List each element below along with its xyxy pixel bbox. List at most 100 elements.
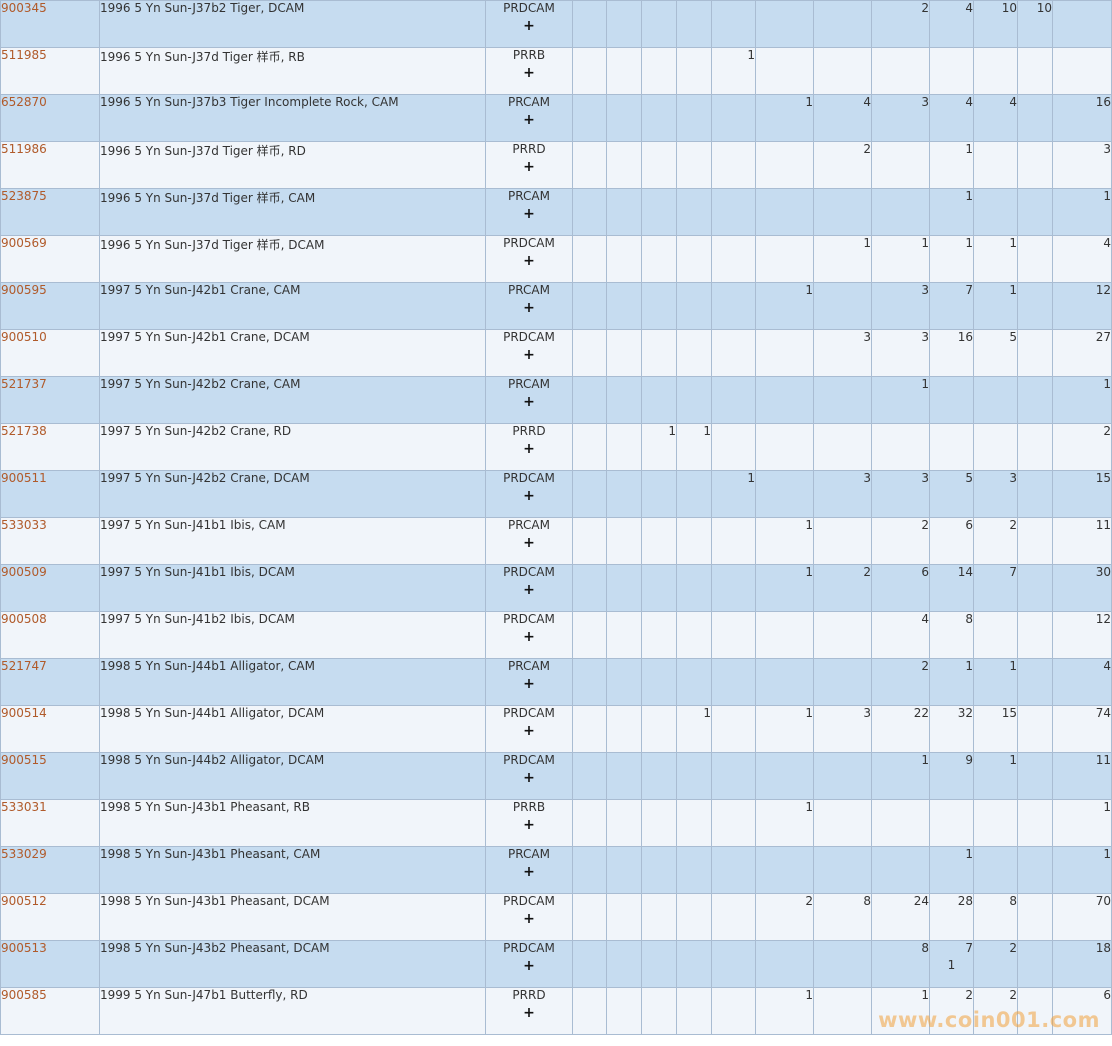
cert-number-link[interactable]: 900514 [1, 706, 47, 720]
count-value: 1 [921, 753, 929, 767]
designation-cell: PRDCAM + [485, 564, 573, 612]
designation-cell: PRDCAM + [485, 893, 573, 941]
expand-plus-icon[interactable]: + [486, 489, 572, 503]
count-value: 1 [863, 236, 871, 250]
grade-count [641, 893, 677, 941]
count-value: 2 [1009, 941, 1017, 955]
population-table: 900345 1996 5 Yn Sun-J37b2 Tiger, DCAM PRD… [0, 0, 1112, 1035]
expand-plus-icon[interactable]: + [486, 818, 572, 832]
grade-count [711, 705, 756, 753]
expand-plus-icon[interactable]: + [486, 677, 572, 691]
count-value: 3 [921, 330, 929, 344]
designation-cell: PRDCAM + [485, 752, 573, 800]
cert-number-link[interactable]: 900585 [1, 988, 47, 1002]
cert-number-link[interactable]: 533031 [1, 800, 47, 814]
count-value: 30 [1095, 565, 1111, 579]
count-value: 2 [921, 659, 929, 673]
expand-plus-icon[interactable]: + [486, 1006, 572, 1020]
grade-count [676, 282, 712, 330]
cert-number-link[interactable]: 900512 [1, 894, 47, 908]
expand-plus-icon[interactable]: + [486, 66, 572, 80]
grade-count [1017, 329, 1053, 377]
grade-count [1017, 658, 1053, 706]
expand-plus-icon[interactable]: + [486, 442, 572, 456]
coin-description: 1996 5 Yn Sun-J37d Tiger 样币, RB [99, 47, 486, 95]
grade-count [1017, 846, 1053, 894]
cert-number-link[interactable]: 900569 [1, 236, 47, 250]
expand-plus-icon[interactable]: + [486, 771, 572, 785]
count-value: 7 [1009, 565, 1017, 579]
count-value: 4 [1103, 236, 1111, 250]
grade-count: 4 [973, 94, 1018, 142]
expand-plus-icon[interactable]: + [486, 19, 572, 33]
cert-number-link[interactable]: 533029 [1, 847, 47, 861]
grade-count [572, 517, 607, 565]
expand-plus-icon[interactable]: + [486, 348, 572, 362]
grade-count [572, 235, 607, 283]
designation-label: PRDCAM [503, 894, 555, 908]
table-row: 900508 1997 5 Yn Sun-J41b2 Ibis, DCAM PRDC… [0, 611, 1112, 659]
designation-label: PRDCAM [503, 471, 555, 485]
cert-number-link[interactable]: 521738 [1, 424, 47, 438]
cert-number-link[interactable]: 900515 [1, 753, 47, 767]
expand-plus-icon[interactable]: + [486, 583, 572, 597]
cert-number-link[interactable]: 511986 [1, 142, 47, 156]
grade-count [711, 517, 756, 565]
count-value: 1 [1009, 659, 1017, 673]
coin-description: 1997 5 Yn Sun-J41b1 Ibis, DCAM [99, 564, 486, 612]
expand-plus-icon[interactable]: + [486, 301, 572, 315]
total-count: 74 [1052, 705, 1112, 753]
cert-number-link[interactable]: 900345 [1, 1, 47, 15]
cert-cell: 900512 [0, 893, 100, 941]
expand-plus-icon[interactable]: + [486, 395, 572, 409]
count-value: 2 [1103, 424, 1111, 438]
grade-count [641, 141, 677, 189]
grade-count [606, 611, 642, 659]
count-value: 1 [805, 518, 813, 532]
cert-number-link[interactable]: 900511 [1, 471, 47, 485]
expand-plus-icon[interactable]: + [486, 536, 572, 550]
grade-count [606, 188, 642, 236]
cert-number-link[interactable]: 523875 [1, 189, 47, 203]
grade-count [1017, 235, 1053, 283]
cert-number-link[interactable]: 511985 [1, 48, 47, 62]
count-value: 3 [863, 330, 871, 344]
expand-plus-icon[interactable]: + [486, 113, 572, 127]
grade-count [676, 893, 712, 941]
grade-count [572, 799, 607, 847]
cert-number-link[interactable]: 900508 [1, 612, 47, 626]
cert-number-link[interactable]: 900510 [1, 330, 47, 344]
grade-count [606, 705, 642, 753]
grade-count: 1 [929, 188, 974, 236]
designation-cell: PRRD + [485, 141, 573, 189]
count-value: 1 [747, 48, 755, 62]
count-value: 1 [921, 377, 929, 391]
table-row: 900514 1998 5 Yn Sun-J44b1 Alligator, DCA… [0, 705, 1112, 753]
expand-plus-icon[interactable]: + [486, 865, 572, 879]
expand-plus-icon[interactable]: + [486, 254, 572, 268]
cert-number-link[interactable]: 900513 [1, 941, 47, 955]
cert-number-link[interactable]: 521747 [1, 659, 47, 673]
designation-label: PRCAM [508, 377, 550, 391]
grade-count: 2 [871, 658, 930, 706]
cert-number-link[interactable]: 521737 [1, 377, 47, 391]
grade-count [871, 141, 930, 189]
expand-plus-icon[interactable]: + [486, 912, 572, 926]
expand-plus-icon[interactable]: + [486, 160, 572, 174]
cert-number-link[interactable]: 533033 [1, 518, 47, 532]
cert-number-link[interactable]: 900509 [1, 565, 47, 579]
table-row: 900512 1998 5 Yn Sun-J43b1 Pheasant, DCAM… [0, 893, 1112, 941]
designation-cell: PRCAM + [485, 658, 573, 706]
expand-plus-icon[interactable]: + [486, 207, 572, 221]
cert-number-link[interactable]: 652870 [1, 95, 47, 109]
expand-plus-icon[interactable]: + [486, 630, 572, 644]
expand-plus-icon[interactable]: + [486, 959, 572, 973]
expand-plus-icon[interactable]: + [486, 724, 572, 738]
cert-number-link[interactable]: 900595 [1, 283, 47, 297]
grade-count [711, 611, 756, 659]
count-value: 5 [965, 471, 973, 485]
total-count: 70 [1052, 893, 1112, 941]
grade-count [1017, 188, 1053, 236]
grade-count [641, 658, 677, 706]
grade-count: 71 [929, 940, 974, 988]
